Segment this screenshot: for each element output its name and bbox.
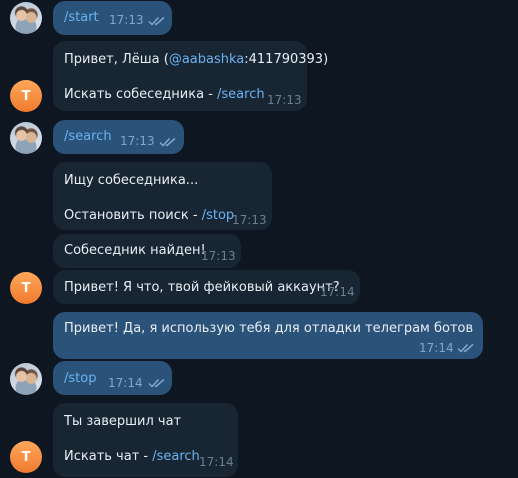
double-check-icon	[159, 137, 176, 147]
user-avatar[interactable]	[10, 122, 42, 154]
message-time: 17:13	[267, 93, 302, 107]
message-text: Остановить поиск - /stop	[64, 208, 235, 223]
message-incoming[interactable]: Собеседник найден! 17:13	[53, 234, 241, 268]
message-command[interactable]: /start	[64, 10, 99, 25]
message-outgoing[interactable]: /start 17:13	[53, 1, 172, 35]
user-avatar[interactable]	[10, 2, 42, 34]
stop-command-link[interactable]: /stop	[202, 208, 234, 223]
double-check-icon	[457, 343, 474, 353]
message-time: 17:13	[109, 13, 144, 27]
message-time: 17:14	[108, 376, 143, 390]
message-text: Привет! Я что, твой фейковый аккаунт?	[64, 280, 340, 295]
bot-avatar[interactable]: T	[10, 441, 42, 473]
message-text: Собеседник найден!	[64, 243, 206, 258]
message-outgoing[interactable]: /stop 17:14	[53, 361, 172, 395]
message-text: Ты завершил чат	[64, 414, 182, 429]
message-outgoing[interactable]: /search 17:13	[53, 120, 184, 154]
message-text: Искать собеседника - /search	[64, 87, 265, 102]
bot-avatar[interactable]: T	[10, 80, 42, 112]
message-time: 17:13	[120, 134, 155, 148]
message-incoming[interactable]: Ты завершил чат Искать чат - /search 17:…	[53, 403, 238, 477]
message-time: 17:14	[320, 285, 355, 299]
message-text: Привет, Лёша (@aabashka:411790393)	[64, 52, 329, 67]
message-time: 17:13	[201, 249, 236, 263]
message-time: 17:14	[199, 455, 234, 469]
message-command[interactable]: /search	[64, 129, 112, 144]
double-check-icon	[148, 16, 165, 26]
message-time: 17:14	[419, 341, 454, 355]
message-text: Ищу собеседника...	[64, 173, 199, 188]
message-incoming[interactable]: Привет, Лёша (@aabashka:411790393) Искат…	[53, 41, 328, 111]
message-time: 17:13	[232, 213, 267, 227]
user-mention-link[interactable]: @aabashka	[169, 52, 244, 67]
bot-avatar[interactable]: T	[10, 272, 42, 304]
message-outgoing[interactable]: Привет! Да, я использую тебя для отладки…	[53, 312, 483, 359]
message-text: Искать чат - /search	[64, 449, 200, 464]
message-incoming[interactable]: Ищу собеседника... Остановить поиск - /s…	[53, 162, 272, 230]
message-command[interactable]: /stop	[64, 371, 96, 386]
message-text: Привет! Да, я использую тебя для отладки…	[64, 321, 474, 336]
search-command-link[interactable]: /search	[217, 87, 265, 102]
search-command-link[interactable]: /search	[152, 449, 200, 464]
message-incoming[interactable]: Привет! Я что, твой фейковый аккаунт? 17…	[53, 270, 360, 304]
user-avatar[interactable]	[10, 363, 42, 395]
double-check-icon	[148, 378, 165, 388]
